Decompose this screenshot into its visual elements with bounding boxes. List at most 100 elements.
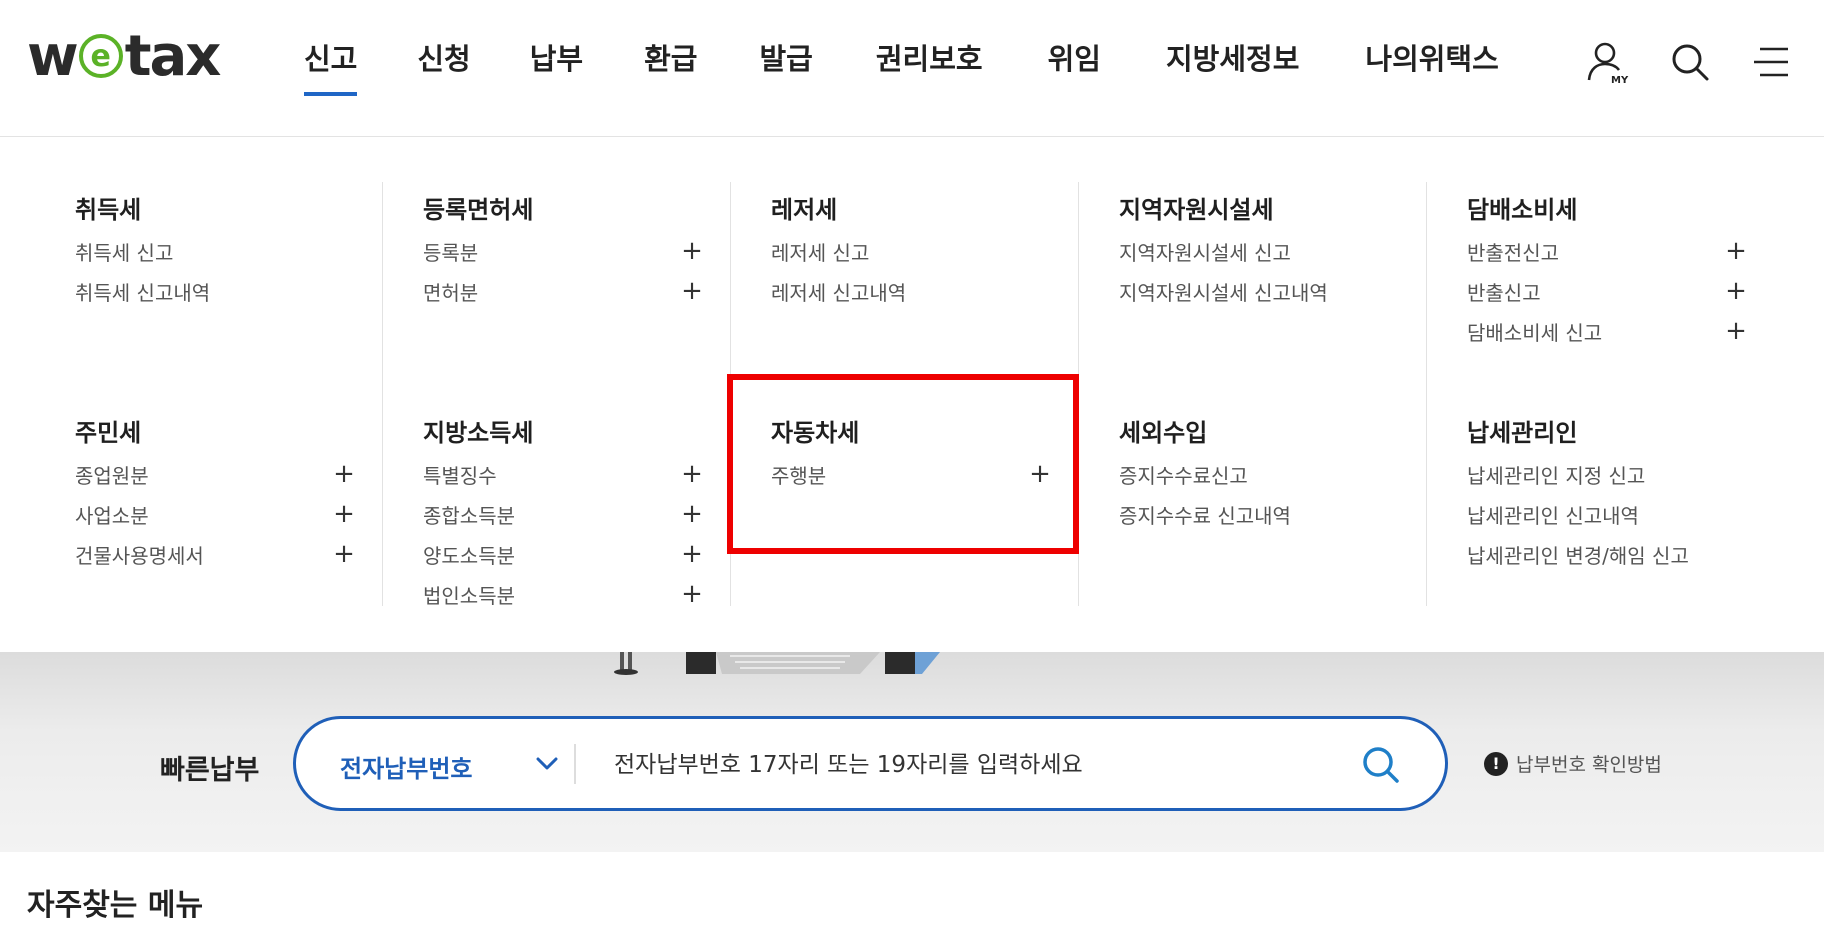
menu-item-label: 증지수수료 신고내역 — [1119, 504, 1291, 528]
logo-e-circle: e — [78, 34, 123, 78]
menu-item-building-usage[interactable]: 건물사용명세서 + — [75, 541, 355, 582]
menu-item-label: 레저세 신고 — [771, 241, 870, 265]
banner-illustration — [614, 652, 940, 675]
menu-item-acquisition-report[interactable]: 취득세 신고 — [75, 239, 355, 279]
site-header: w e tax 신고 신청 납부 환급 발급 권리보호 위임 지방세정보 나의위… — [0, 0, 1824, 137]
payment-number-input[interactable] — [614, 741, 1314, 789]
menu-item-business-place[interactable]: 사업소분 + — [75, 501, 355, 542]
chevron-down-icon[interactable] — [533, 749, 561, 777]
menu-group-acquisition-tax: 취득세 취득세 신고 취득세 신고내역 — [75, 190, 355, 319]
menu-item-label: 담배소비세 신고 — [1467, 321, 1603, 345]
search-icon[interactable] — [1357, 741, 1405, 789]
main-navigation: 신고 신청 납부 환급 발급 권리보호 위임 지방세정보 나의위택스 — [304, 36, 1499, 96]
menu-group-non-tax-revenue: 세외수입 증지수수료신고 증지수수료 신고내역 — [1119, 413, 1399, 542]
plus-icon[interactable]: + — [681, 238, 703, 264]
menu-item-label: 법인소득분 — [423, 584, 515, 608]
column-divider — [382, 182, 383, 606]
menu-item-regional-report[interactable]: 지역자원시설세 신고 — [1119, 239, 1399, 279]
hamburger-menu-icon[interactable] — [1748, 38, 1796, 86]
menu-item-pre-shipment-report[interactable]: 반출전신고 + — [1467, 238, 1747, 279]
payment-number-help-link[interactable]: ! 납부번호 확인방법 — [1484, 750, 1662, 777]
menu-group-local-income-tax: 지방소득세 특별징수 + 종합소득분 + 양도소득분 + 법인소득분 + — [423, 413, 703, 622]
plus-icon[interactable]: + — [681, 581, 703, 607]
quickpay-search-box: 전자납부번호 — [293, 716, 1448, 811]
plus-icon[interactable]: + — [681, 278, 703, 304]
plus-icon[interactable]: + — [681, 461, 703, 487]
menu-group-title: 납세관리인 — [1467, 419, 1578, 447]
menu-item-corporate-income[interactable]: 법인소득분 + — [423, 581, 703, 622]
menu-item-license[interactable]: 면허분 + — [423, 278, 703, 319]
plus-icon[interactable]: + — [333, 501, 355, 527]
menu-item-stamp-fee-report[interactable]: 증지수수료신고 — [1119, 462, 1399, 502]
menu-group-title: 레저세 — [771, 196, 838, 224]
menu-item-acquisition-history[interactable]: 취득세 신고내역 — [75, 279, 355, 319]
menu-item-label: 반출신고 — [1467, 281, 1541, 305]
menu-group-tax-administrator: 납세관리인 납세관리인 지정 신고 납세관리인 신고내역 납세관리인 변경/해임… — [1467, 413, 1747, 582]
search-icon[interactable] — [1666, 38, 1714, 86]
menu-item-shipment-report[interactable]: 반출신고 + — [1467, 278, 1747, 319]
menu-item-administrator-history[interactable]: 납세관리인 신고내역 — [1467, 502, 1747, 542]
help-link-text: 납부번호 확인방법 — [1516, 754, 1662, 776]
plus-icon[interactable]: + — [1725, 278, 1747, 304]
gnb-item-delegate[interactable]: 위임 — [1048, 36, 1101, 88]
menu-item-label: 반출전신고 — [1467, 241, 1559, 265]
menu-item-regional-history[interactable]: 지역자원시설세 신고내역 — [1119, 279, 1399, 319]
favorite-menu-title: 자주찾는 메뉴 — [27, 888, 204, 923]
payment-type-select-value[interactable]: 전자납부번호 — [340, 749, 472, 784]
menu-item-label: 면허분 — [423, 281, 479, 305]
menu-item-transfer-income[interactable]: 양도소득분 + — [423, 541, 703, 582]
plus-icon[interactable]: + — [333, 461, 355, 487]
menu-item-label: 건물사용명세서 — [75, 544, 204, 568]
plus-icon[interactable]: + — [333, 541, 355, 567]
menu-item-special-collection[interactable]: 특별징수 + — [423, 461, 703, 502]
menu-item-administrator-change[interactable]: 납세관리인 변경/해임 신고 — [1467, 542, 1747, 582]
menu-item-label: 납세관리인 변경/해임 신고 — [1467, 544, 1689, 568]
menu-group-title: 지역자원시설세 — [1119, 196, 1274, 224]
menu-item-employee[interactable]: 종업원분 + — [75, 461, 355, 502]
menu-item-administrator-designation[interactable]: 납세관리인 지정 신고 — [1467, 462, 1747, 502]
menu-item-tobacco-report[interactable]: 담배소비세 신고 + — [1467, 318, 1747, 359]
menu-item-leisure-report[interactable]: 레저세 신고 — [771, 239, 1051, 279]
menu-item-label: 납세관리인 신고내역 — [1467, 504, 1639, 528]
column-divider — [1426, 182, 1427, 606]
info-icon: ! — [1484, 751, 1508, 776]
menu-item-label: 사업소분 — [75, 504, 149, 528]
menu-item-label: 증지수수료신고 — [1119, 464, 1248, 488]
menu-group-title: 지방소득세 — [423, 419, 534, 447]
menu-group-title: 취득세 — [75, 196, 142, 224]
menu-item-label: 지역자원시설세 신고내역 — [1119, 281, 1328, 305]
menu-item-stamp-fee-history[interactable]: 증지수수료 신고내역 — [1119, 502, 1399, 542]
plus-icon[interactable]: + — [681, 541, 703, 567]
gnb-item-pay[interactable]: 납부 — [530, 36, 583, 88]
gnb-item-issue[interactable]: 발급 — [760, 36, 813, 88]
menu-group-resident-tax: 주민세 종업원분 + 사업소분 + 건물사용명세서 + — [75, 413, 355, 582]
menu-group-tobacco-tax: 담배소비세 반출전신고 + 반출신고 + 담배소비세 신고 + — [1467, 190, 1747, 359]
plus-icon[interactable]: + — [681, 501, 703, 527]
menu-item-comprehensive-income[interactable]: 종합소득분 + — [423, 501, 703, 542]
gnb-item-report[interactable]: 신고 — [304, 36, 358, 96]
menu-item-label: 지역자원시설세 신고 — [1119, 241, 1291, 265]
gnb-item-local-tax-info[interactable]: 지방세정보 — [1166, 36, 1299, 88]
gnb-item-my-wetax[interactable]: 나의위택스 — [1365, 36, 1498, 88]
menu-item-label: 등록분 — [423, 241, 479, 265]
gnb-item-apply[interactable]: 신청 — [417, 36, 470, 88]
menu-group-leisure-tax: 레저세 레저세 신고 레저세 신고내역 — [771, 190, 1051, 319]
logo-text-tax: tax — [124, 23, 222, 89]
highlight-box — [727, 374, 1079, 554]
menu-item-label: 종업원분 — [75, 464, 149, 488]
menu-group-title: 담배소비세 — [1467, 196, 1578, 224]
menu-item-label: 납세관리인 지정 신고 — [1467, 464, 1646, 488]
user-my-icon[interactable]: MY — [1584, 38, 1632, 86]
menu-group-title: 세외수입 — [1119, 419, 1208, 447]
menu-item-label: 종합소득분 — [423, 504, 515, 528]
wetax-logo[interactable]: w e tax — [27, 23, 222, 89]
menu-item-label: 레저세 신고내역 — [771, 281, 907, 305]
menu-group-title: 주민세 — [75, 419, 142, 447]
plus-icon[interactable]: + — [1725, 238, 1747, 264]
gnb-item-rights[interactable]: 권리보호 — [876, 36, 983, 88]
my-badge-text: MY — [1611, 75, 1629, 86]
menu-item-registration[interactable]: 등록분 + — [423, 238, 703, 279]
menu-item-leisure-history[interactable]: 레저세 신고내역 — [771, 279, 1051, 319]
plus-icon[interactable]: + — [1725, 318, 1747, 344]
gnb-item-refund[interactable]: 환급 — [644, 36, 697, 88]
